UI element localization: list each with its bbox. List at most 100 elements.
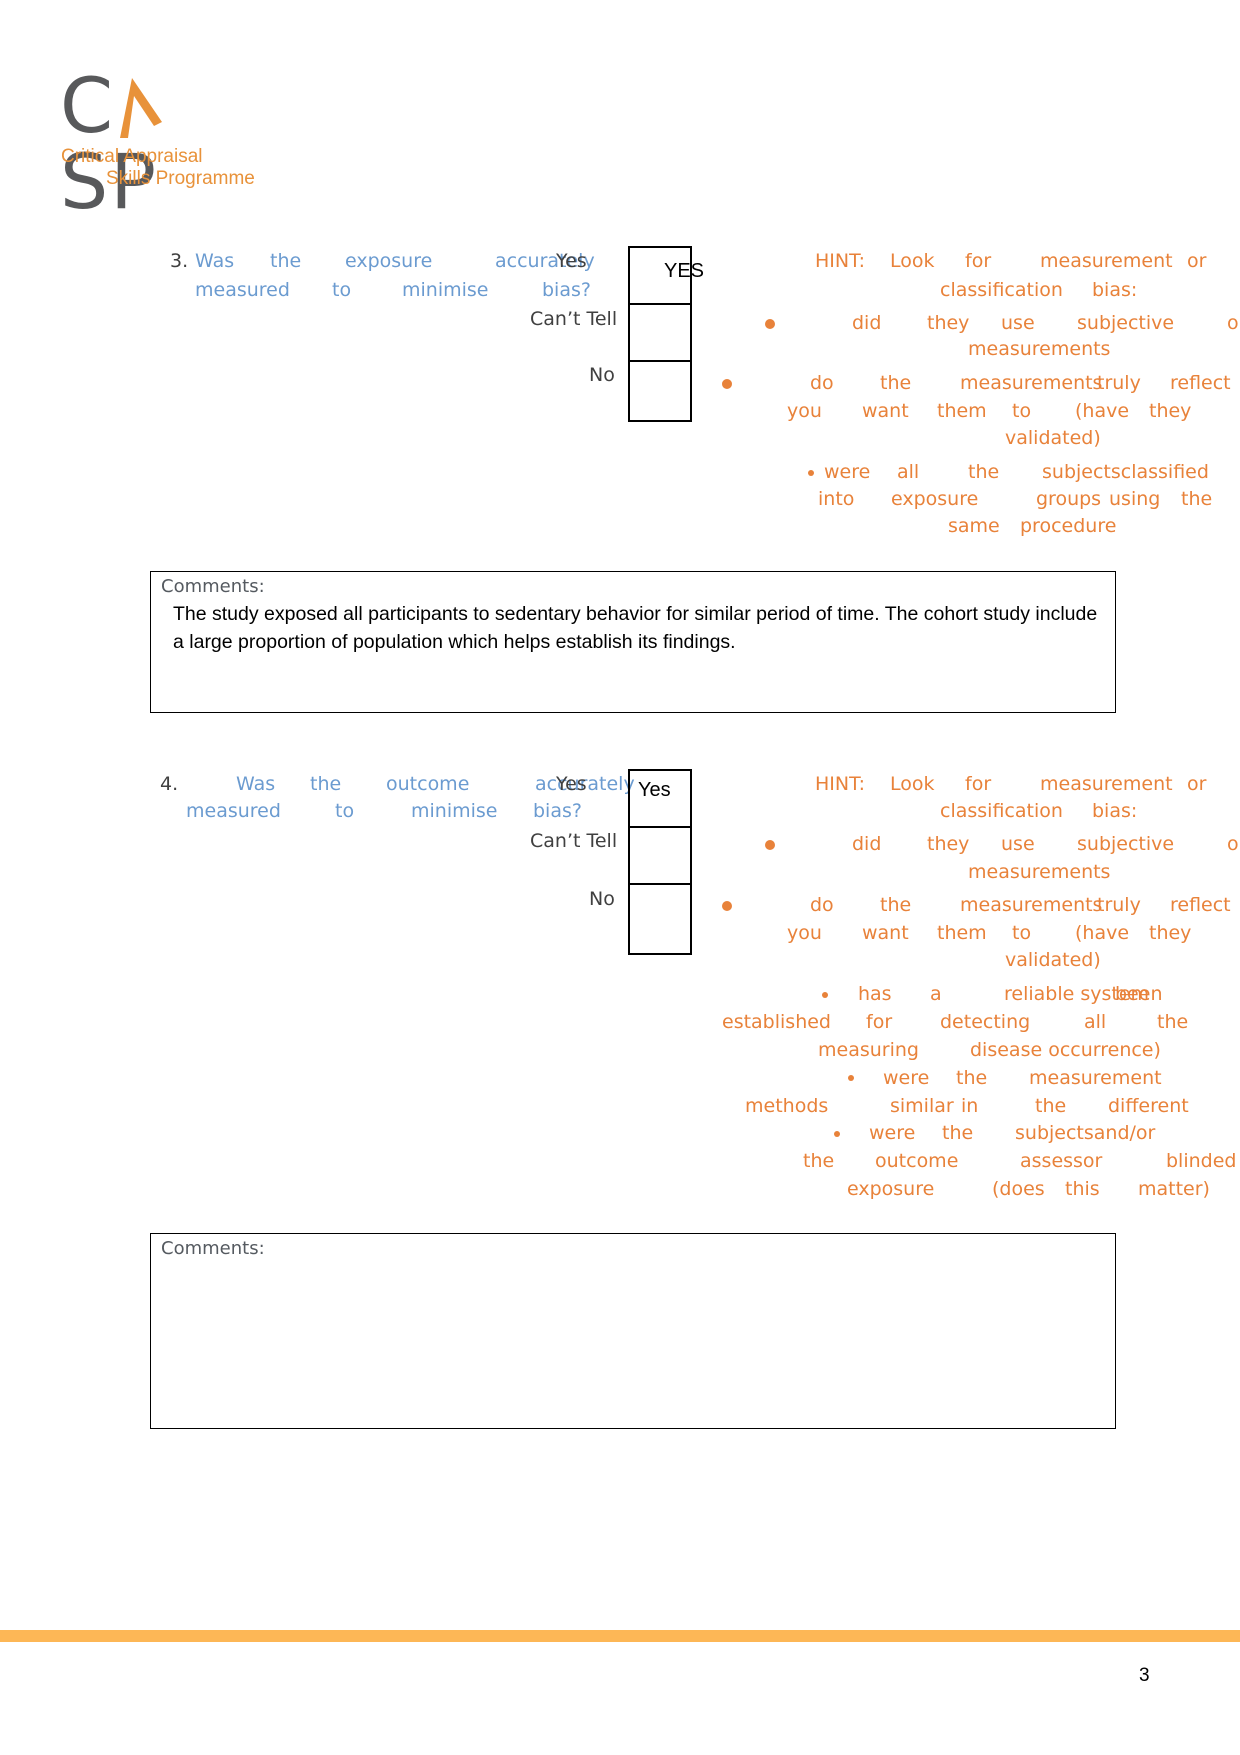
hint-word: a [930, 983, 942, 1005]
hint-word: has [858, 983, 892, 1005]
comments-box[interactable]: Comments: The study exposed all particip… [150, 571, 1116, 713]
hint-word: HINT: [815, 773, 866, 795]
hint-word: measurements [960, 894, 1103, 916]
hint-word: they [1149, 922, 1192, 944]
hint-word: to [1012, 400, 1032, 422]
hint-word: them [937, 400, 987, 422]
bullet-icon [848, 1075, 854, 1081]
logo-subtitle-line1: Critical Appraisal [61, 146, 203, 167]
hint-word: similar [890, 1095, 954, 1117]
hint-word: you [787, 922, 822, 944]
hint-word: different [1108, 1095, 1189, 1117]
hint-word: the [956, 1067, 988, 1089]
hint-word: HINT: [815, 250, 866, 272]
comments-label: Comments: [161, 576, 265, 597]
hint-word: using [1109, 488, 1161, 510]
hint-word: or [1187, 773, 1207, 795]
logo-arrow-icon [120, 78, 162, 138]
hint-word: subjective [1077, 312, 1175, 334]
hint-word: Look [890, 773, 935, 795]
hint-word: classification [940, 800, 1063, 822]
hint-word: validated) [1005, 427, 1101, 449]
hint-word: or [1187, 250, 1207, 272]
hint-word: this [1065, 1178, 1100, 1200]
answer-cell-yes[interactable]: YES [630, 248, 704, 305]
question-word: measured [186, 800, 281, 822]
hint-word: the [1035, 1095, 1067, 1117]
hint-word: groups [1036, 488, 1102, 510]
question-word: measured [195, 279, 290, 301]
hint-word: did [852, 833, 882, 855]
hint-word: disease occurrence) [970, 1039, 1161, 1061]
question-word: Was [195, 250, 235, 272]
hint-word: they [927, 833, 970, 855]
question-number: 4. [160, 773, 179, 795]
hint-word: the [880, 372, 912, 394]
hint-word: the [1181, 488, 1213, 510]
hint-word: truly [1097, 894, 1141, 916]
hint-word: measurements [960, 372, 1103, 394]
hint-word: subjectsand/or [1015, 1122, 1156, 1144]
hint-word: same [948, 515, 1000, 537]
question-word: Was [236, 773, 276, 795]
hint-word: into [818, 488, 855, 510]
answer-cell-cant-tell[interactable] [630, 305, 690, 362]
hint-word: want [862, 922, 909, 944]
answer-cell-no[interactable] [630, 885, 690, 953]
comments-text: The study exposed all participants to se… [173, 603, 1098, 653]
option-yes-label: Yes [556, 773, 587, 795]
hint-word: they [1149, 400, 1192, 422]
hint-word: were [883, 1067, 930, 1089]
hint-word: validated) [1005, 949, 1101, 971]
hint-word: want [862, 400, 909, 422]
hint-word: measurement [1040, 773, 1173, 795]
bullet-icon [722, 901, 732, 911]
answer-cell-no[interactable] [630, 362, 690, 420]
hint-word: exposure [891, 488, 979, 510]
bullet-icon [765, 840, 775, 850]
question-word: bias? [542, 279, 591, 301]
hint-word: exposure [847, 1178, 935, 1200]
question-word: minimise [402, 279, 489, 301]
hint-word: the [880, 894, 912, 916]
question-word: to [332, 279, 352, 301]
answer-cell-yes[interactable]: Yes [630, 771, 690, 828]
hint-word: o [1227, 312, 1239, 334]
hint-word: were [869, 1122, 916, 1144]
answer-box: YES [628, 246, 704, 422]
hint-word: use [1001, 833, 1035, 855]
hint-word: assessor [1020, 1150, 1103, 1172]
question-word: bias? [533, 800, 582, 822]
option-cant-tell-label: Can’t Tell [530, 308, 618, 330]
hint-word: in [961, 1095, 979, 1117]
hint-word: procedure [1020, 515, 1117, 537]
hint-word: them [937, 922, 987, 944]
casp-logo: CSP Critical Appraisal Skills Programme [60, 68, 260, 220]
hint-word: methods [745, 1095, 829, 1117]
answer-cell-cant-tell[interactable] [630, 828, 690, 885]
hint-word: subjectsclassified [1042, 461, 1209, 483]
question-word: to [335, 800, 355, 822]
hint-word: reflect [1170, 372, 1231, 394]
hint-word: established [722, 1011, 831, 1033]
question-word: the [270, 250, 302, 272]
hint-word: the [942, 1122, 974, 1144]
comments-box[interactable]: Comments: [150, 1233, 1116, 1429]
bullet-icon [808, 470, 814, 476]
hint-word: (have [1075, 400, 1130, 422]
hint-word: do [810, 372, 834, 394]
option-no-label: No [589, 364, 615, 386]
question-word: exposure [345, 250, 433, 272]
option-cant-tell-label: Can’t Tell [530, 830, 618, 852]
hint-word: detecting [940, 1011, 1031, 1033]
answer-value: Yes [638, 779, 671, 801]
hint-word: truly [1097, 372, 1141, 394]
question-word: outcome [386, 773, 470, 795]
hint-word: reflect [1170, 894, 1231, 916]
hint-word: Look [890, 250, 935, 272]
hint-word: all [1084, 1011, 1107, 1033]
hint-word: use [1001, 312, 1035, 334]
hint-word: measuring [818, 1039, 919, 1061]
hint-word: the [803, 1150, 835, 1172]
question-word: the [310, 773, 342, 795]
